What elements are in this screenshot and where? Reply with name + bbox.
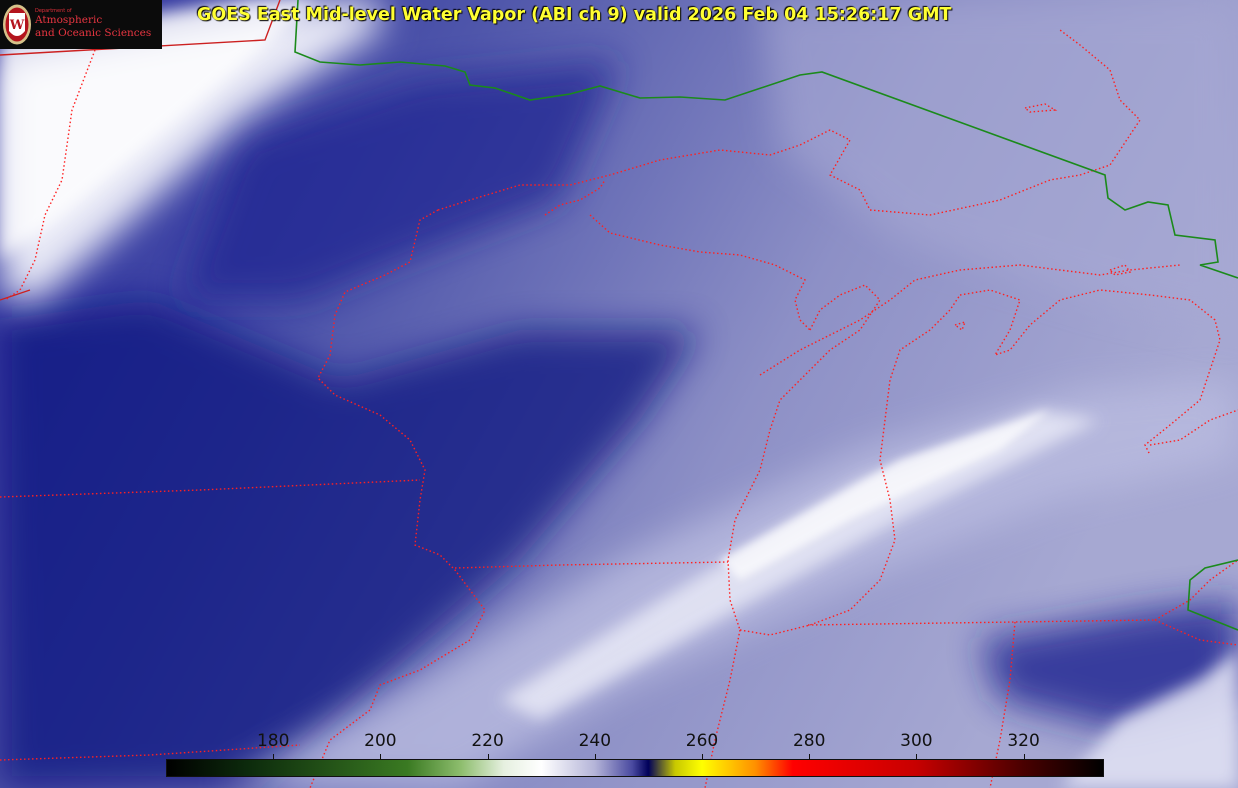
colorbar-tick-label: 220	[471, 731, 504, 751]
colorbar-tick-mark	[273, 754, 274, 759]
product-title: GOES East Mid-level Water Vapor (ABI ch …	[197, 5, 952, 25]
colorbar-tick-label: 300	[900, 731, 933, 751]
logo-line-1: Atmospheric	[35, 14, 103, 26]
colorbar-tick-label: 320	[1007, 731, 1040, 751]
colorbar-tick-label: 280	[792, 731, 826, 751]
colorbar-tick-mark	[1024, 754, 1025, 759]
colorbar-tick-mark	[380, 754, 381, 759]
colorbar-tick-mark	[809, 754, 810, 759]
cloud-field	[0, 0, 1238, 788]
colorbar-tick-mark	[702, 754, 703, 759]
colorbar-tick-mark	[595, 754, 596, 759]
logo-line-2: and Oceanic Sciences	[35, 27, 152, 39]
water-vapor-image	[0, 0, 1238, 788]
seal-letter: W	[9, 18, 25, 33]
colorbar-tick-label: 240	[578, 731, 612, 751]
colorbar-tick-mark	[916, 754, 917, 759]
colorbar-tick-mark	[488, 754, 489, 759]
satellite-map: W Department of Atmospheric and Oceanic …	[0, 0, 1238, 788]
colorbar-tick-label: 260	[685, 731, 719, 751]
colorbar-tick-label: 200	[364, 731, 397, 751]
uw-seal-icon: W	[3, 4, 31, 45]
temperature-colorbar	[166, 759, 1104, 777]
uw-aos-logo: W Department of Atmospheric and Oceanic …	[0, 0, 162, 49]
colorbar-tick-label: 180	[256, 731, 290, 751]
